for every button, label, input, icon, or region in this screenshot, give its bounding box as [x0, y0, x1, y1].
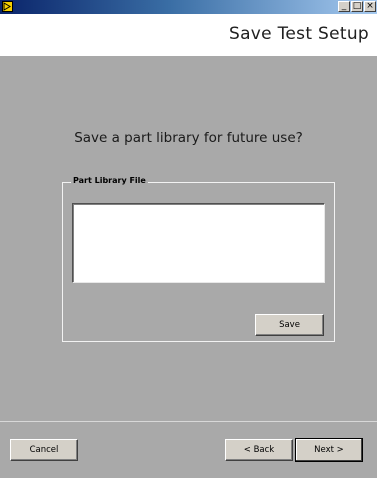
maximize-icon[interactable]: □ [351, 1, 363, 12]
minimize-icon[interactable]: _ [338, 1, 350, 12]
close-icon[interactable]: × [364, 1, 376, 12]
prompt-text: Save a part library for future use? [74, 130, 303, 146]
part-library-groupbox: Part Library File Save [62, 176, 335, 342]
next-button[interactable]: Next > [295, 438, 363, 462]
wizard-header: Save Test Setup [0, 14, 377, 56]
groupbox-label: Part Library File [71, 176, 148, 185]
title-bar[interactable]: _ □ × [0, 0, 377, 14]
back-button[interactable]: < Back [225, 439, 293, 461]
page-title: Save Test Setup [229, 24, 369, 44]
cancel-button[interactable]: Cancel [10, 439, 78, 461]
wizard-content: Save a part library for future use? Part… [0, 56, 377, 421]
part-library-file-input[interactable] [72, 203, 325, 283]
app-icon [2, 1, 13, 12]
wizard-footer: Cancel < Back Next > [0, 421, 377, 478]
save-button[interactable]: Save [255, 314, 324, 336]
wizard-window: _ □ × Save Test Setup Save a part librar… [0, 0, 377, 478]
